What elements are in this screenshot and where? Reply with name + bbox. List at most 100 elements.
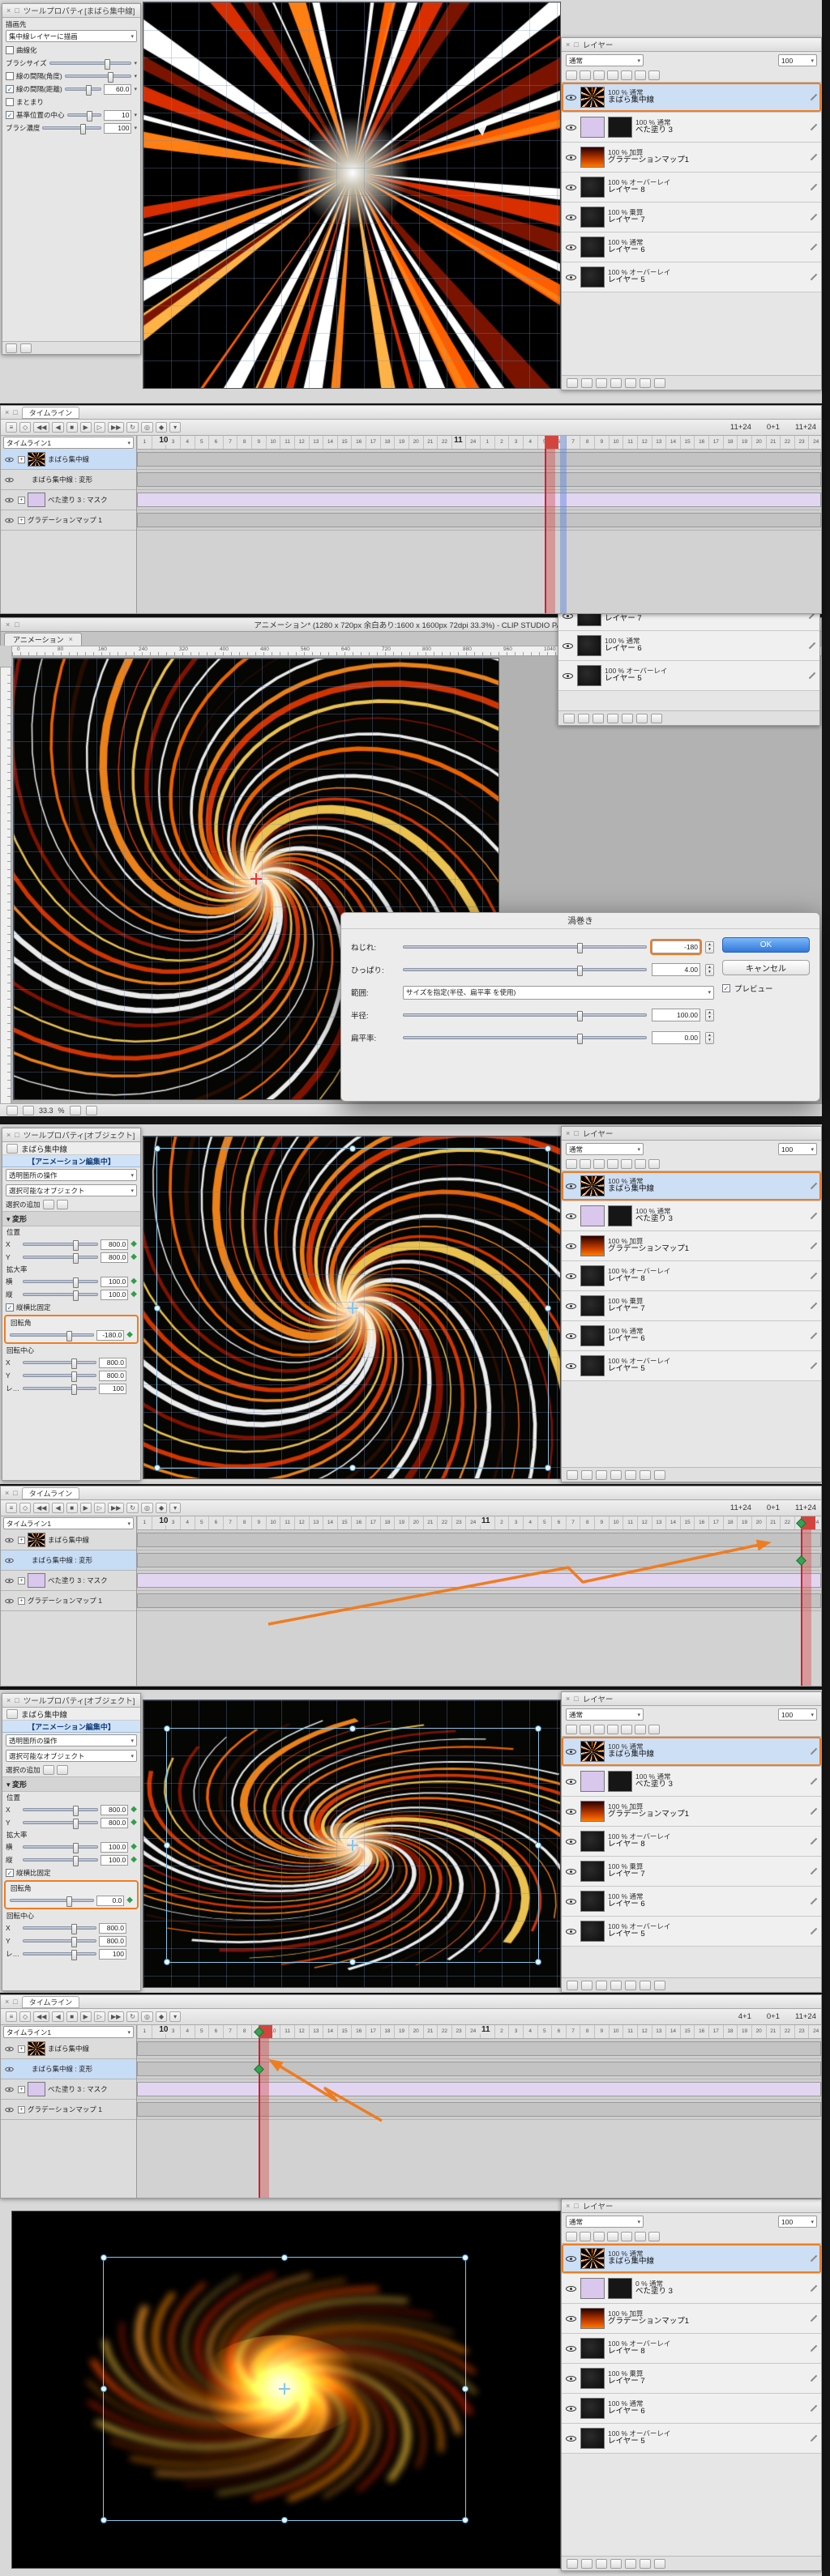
skip-last-button[interactable]: ▶▶ [107,1502,125,1514]
layer-row[interactable]: 100 % オーバーレイ レイヤー 5 [562,1917,821,1947]
layer-row[interactable]: 100 % 通常 レイヤー 6 [562,232,821,262]
tab-close-icon[interactable]: × [69,636,73,643]
merge-layer-icon[interactable] [622,713,633,723]
layer-row[interactable]: 100 % 加算 グラデーションマップ1 [562,1231,821,1261]
option-checkbox[interactable]: ✓ [6,85,14,93]
track-visibility-icon[interactable] [5,2064,15,2074]
layer-mask-icon[interactable] [640,2558,651,2569]
layer-row[interactable]: 100 % オーバーレイ レイヤー 8 [562,1827,821,1857]
transform-handle[interactable] [154,1305,160,1311]
keyframe-diamond-icon[interactable]: ◆ [126,1896,133,1904]
layer-row[interactable]: 100 % オーバーレイ レイヤー 5 [562,2424,821,2454]
blend-to-below-icon[interactable] [563,713,575,723]
pin-icon[interactable] [566,70,577,80]
option-checkbox[interactable] [6,72,14,80]
prev-frame-button[interactable]: ◀ [52,421,64,433]
expand-icon[interactable]: + [18,1536,25,1544]
transform-handle[interactable] [545,1145,551,1152]
field-input[interactable]: 0.00 [652,1031,700,1044]
cancel-button[interactable]: キャンセル [722,960,810,975]
stepper[interactable]: ▲ ▼ [705,940,714,953]
blend-mode-select[interactable]: 通常▾ [566,2216,644,2228]
blend-to-below-icon[interactable] [567,1469,578,1480]
panel-titlebar[interactable]: × □ タイムライン [1,1995,821,2009]
param-value[interactable]: 100.0 [101,1841,129,1853]
layer-visibility-icon[interactable] [562,670,574,682]
transfer-layer-icon[interactable] [610,377,622,388]
layer-row[interactable]: 100 % 通常 まばら集中線 [562,1737,821,1767]
gear-icon[interactable] [6,343,17,353]
collapse-icon[interactable]: □ [15,1696,19,1704]
layer-visibility-icon[interactable] [565,1836,577,1848]
opacity-field[interactable]: 100▾ [778,2216,817,2228]
param-slider[interactable] [23,1819,99,1829]
clip-bar[interactable] [137,2041,821,2056]
layer-row[interactable]: 100 % オーバーレイ レイヤー 8 [562,173,821,203]
new-folder-icon[interactable] [593,713,604,723]
new-folder-icon[interactable] [596,1469,607,1480]
collapse-icon[interactable]: □ [13,1489,17,1497]
option-value[interactable]: 60.0 [104,83,132,95]
panel-titlebar[interactable]: × □ タイムライン [1,1486,821,1500]
layer-visibility-icon[interactable] [565,151,577,164]
transform-handle[interactable] [101,2386,107,2392]
palette-titlebar[interactable]: × □ レイヤー [562,38,821,52]
collapse-icon[interactable]: □ [15,6,19,15]
layer-row[interactable]: 100 % 加算 グラデーションマップ1 [562,143,821,173]
field-slider[interactable] [403,943,647,953]
palette-color-icon[interactable] [648,1725,660,1734]
timeline-tab[interactable]: タイムライン [21,1995,80,2008]
delete-layer-icon[interactable] [651,713,662,723]
blend-mode-select[interactable]: 通常▾ [566,1708,644,1721]
timeline-ruler[interactable]: 1234567891011121314151617181920212223241… [137,1516,821,1530]
param-slider[interactable] [23,1806,99,1816]
transform-handle[interactable] [462,2254,468,2261]
timeline-track[interactable]: まばら集中線 : 変形 [1,470,136,490]
collapse-icon[interactable]: □ [15,1131,19,1139]
layer-visibility-icon[interactable] [565,1896,577,1908]
stepper[interactable]: ▲ ▼ [705,963,714,976]
field-slider[interactable] [403,1011,647,1021]
collapse-icon[interactable]: □ [574,1695,578,1703]
menu-icon[interactable]: ≡ [6,421,17,433]
loop-button[interactable]: ↻ [126,2011,139,2023]
skip-last-button[interactable]: ▶▶ [107,421,125,433]
pin-icon[interactable] [566,1725,577,1734]
next-frame-button[interactable]: ▷ [93,421,105,433]
canvas-transform[interactable] [143,1136,561,1479]
transform-handle[interactable] [535,1842,541,1849]
track-visibility-icon[interactable] [5,1576,15,1585]
param-slider[interactable] [23,1253,99,1264]
onion-skin-button[interactable]: ◎ [140,421,153,433]
layer-visibility-icon[interactable] [565,2313,577,2325]
expand-icon[interactable]: + [18,496,25,504]
selectable-object-select[interactable]: 選択可能なオブジェクト ▾ [6,1184,137,1196]
playhead[interactable] [800,1516,811,1686]
draft-icon[interactable] [621,1159,632,1169]
track-visibility-icon[interactable] [5,2105,15,2114]
keep-aspect-checkbox[interactable]: ✓ [6,1869,14,1877]
skip-first-button[interactable]: ◀◀ [33,2011,50,2023]
loop-button[interactable]: ↻ [126,421,139,433]
skip-first-button[interactable]: ◀◀ [33,421,50,433]
lock-transparent-icon[interactable] [580,2232,591,2241]
clip-bar[interactable] [137,1573,821,1588]
add-keyframe-button[interactable]: ◆ [155,1502,168,1514]
param-value[interactable]: 100.0 [101,1854,129,1866]
transform-center[interactable] [347,1840,358,1851]
mask-enable-icon[interactable] [607,1159,618,1169]
track-visibility-icon[interactable] [5,1555,15,1565]
option-slider[interactable] [66,111,102,122]
transform-handle[interactable] [349,1145,356,1152]
track-visibility-icon[interactable] [5,475,15,484]
layer-row[interactable]: 100 % 通常 レイヤー 6 [562,1321,821,1351]
field-input[interactable]: 100.00 [652,1009,700,1021]
option-slider[interactable] [42,124,102,134]
option-slider[interactable] [64,72,132,83]
blend-to-below-icon[interactable] [567,1980,578,1990]
delete-layer-icon[interactable] [654,1469,665,1480]
transform-section-header[interactable]: ▾ 変形 [2,1776,140,1792]
opacity-field[interactable]: 100▾ [778,1143,817,1155]
layer-visibility-icon[interactable] [565,1210,577,1222]
timeline-select[interactable]: タイムライン1 ▾ [3,2026,134,2038]
